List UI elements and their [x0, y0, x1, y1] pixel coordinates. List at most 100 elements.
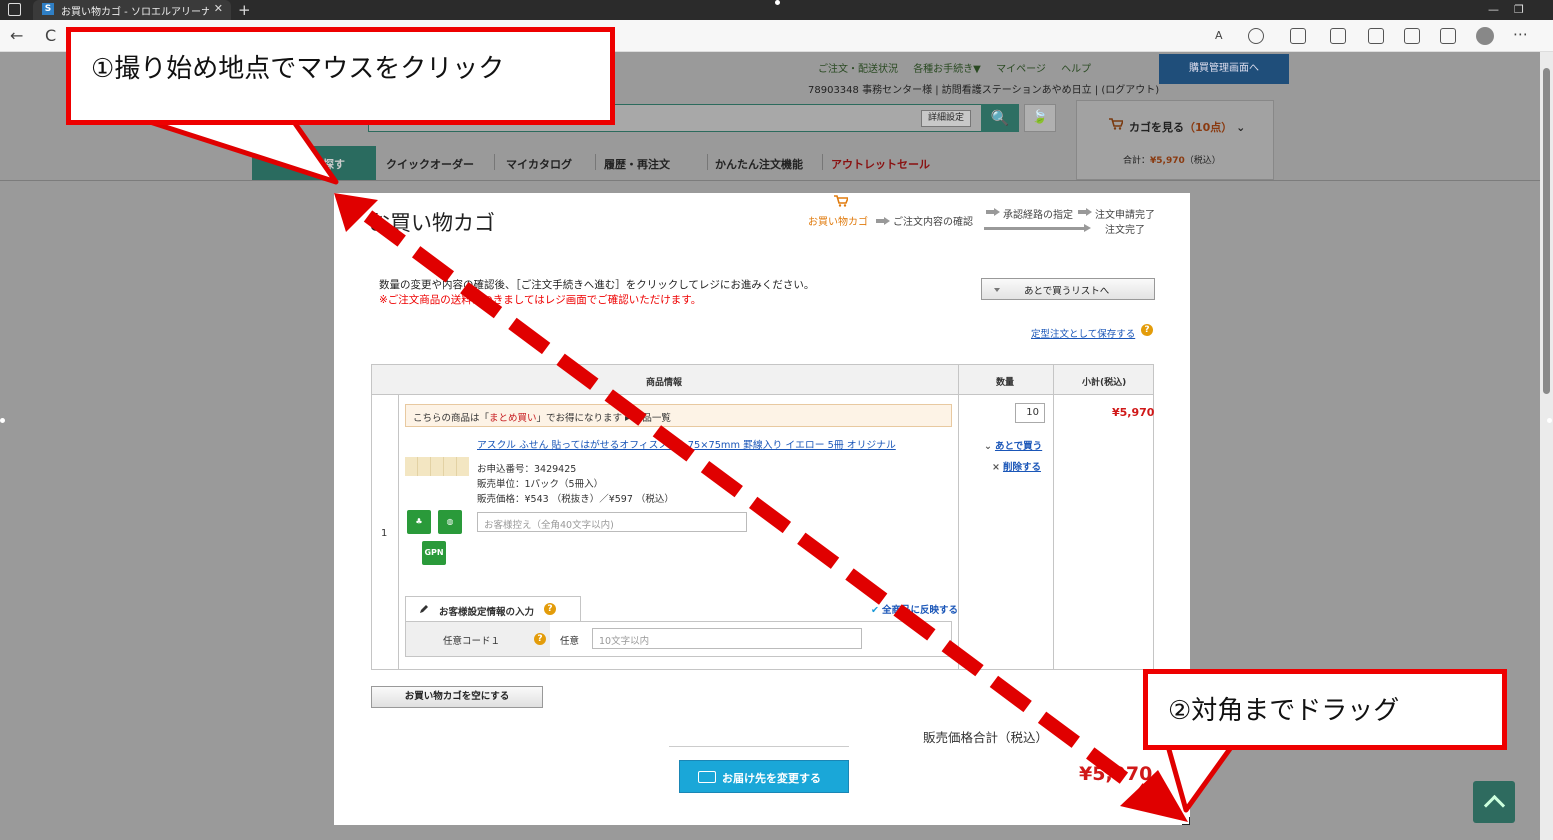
sales-unit: 販売単位：1パック（5冊入） — [477, 479, 604, 490]
profile-avatar[interactable] — [1476, 27, 1494, 45]
step1-callout: ①撮り始め地点でマウスをクリック — [66, 27, 615, 125]
delete-label: 削除する — [1002, 462, 1041, 473]
memo-placeholder: お客様控え（全角40文字以内) — [484, 520, 614, 531]
step-done: 注文完了 — [1105, 225, 1145, 236]
restore-button[interactable]: ❐ — [1514, 3, 1524, 16]
mypage-link[interactable]: マイページ — [996, 64, 1046, 75]
order-status-link[interactable]: ご注文・配送状況 — [818, 64, 898, 75]
total-divider — [669, 746, 849, 747]
custom-code-row: 任意コード１ ? 任意 10文字以内 — [405, 621, 952, 657]
table-header: 商品情報 数量 小計(税込) — [372, 365, 1153, 395]
collections-icon[interactable] — [1404, 28, 1420, 44]
selection-handle[interactable] — [775, 0, 780, 5]
customer-settings-label: お客様設定情報の入力 — [439, 607, 535, 618]
table-divider — [1053, 365, 1054, 669]
main-menu: ら探す クイックオーダー マイカタログ 履歴・再注文 かんたん注文機能 アウトレ… — [252, 146, 1022, 180]
advanced-search-button[interactable]: 詳細設定 — [921, 110, 971, 127]
table-divider — [958, 365, 959, 669]
checkout-steps: お買い物カゴ ご注文内容の確認 承認経路の指定 注文申請完了 注文完了 — [806, 193, 1190, 243]
favorite-star-icon[interactable] — [1248, 28, 1264, 44]
step-arrow-icon — [876, 217, 890, 225]
menu-history-reorder[interactable]: 履歴・再注文 — [604, 156, 670, 172]
customer-settings-tab[interactable]: お客様設定情報の入力 ? — [405, 596, 581, 622]
menu-divider — [595, 154, 596, 170]
bulk-buy-notice[interactable]: こちらの商品は「まとめ買い」でお得になります ▸ 商品一覧 — [405, 404, 952, 427]
reload-icon[interactable]: C — [45, 26, 56, 45]
window-menu-icon[interactable] — [8, 3, 21, 16]
step-confirm: ご注文内容の確認 — [893, 217, 973, 228]
menu-easy-order[interactable]: かんたん注文機能 — [715, 156, 803, 172]
change-delivery-label: お届け先を変更する — [722, 772, 821, 785]
help-link[interactable]: ヘルプ — [1061, 64, 1091, 75]
menu-outlet-sale[interactable]: アウトレットセール — [831, 156, 930, 172]
menu-divider — [707, 154, 708, 170]
cart-total-tax: （税込） — [1184, 156, 1221, 166]
capture-selection-region: お買い物カゴ お買い物カゴ ご注文内容の確認 承認経路の指定 注文申請完了 注文… — [334, 193, 1190, 825]
later-list-label: あとで買うリストへ — [1024, 286, 1110, 297]
quantity-input[interactable]: 10 — [1015, 403, 1045, 423]
change-delivery-button[interactable]: お届け先を変更する — [679, 760, 849, 793]
delete-link[interactable]: × 削除する — [992, 459, 1041, 473]
minimize-button[interactable]: — — [1488, 3, 1499, 16]
total-amount: ¥5,970 — [1079, 763, 1153, 785]
check-icon: ✔ — [871, 605, 879, 616]
tab-close-icon[interactable]: ✕ — [214, 2, 223, 15]
browser-essentials-icon[interactable] — [1440, 28, 1456, 44]
menu-divider — [822, 154, 823, 170]
row-subtotal: ¥5,970 — [1112, 406, 1155, 419]
extensions-icon[interactable] — [1290, 28, 1306, 44]
favorites-list-icon[interactable] — [1368, 28, 1384, 44]
user-info: 78903348 事務センター様 | 訪問看護ステーションあやめ日立 | (ログ… — [808, 85, 1160, 96]
page-scrollbar[interactable] — [1540, 52, 1553, 840]
product-thumbnail[interactable] — [405, 457, 469, 476]
help-question-icon[interactable]: ? — [534, 633, 546, 645]
menu-my-catalog[interactable]: マイカタログ — [506, 156, 572, 172]
custom-code-input[interactable]: 10文字以内 — [592, 628, 862, 649]
selection-handle[interactable] — [1547, 418, 1552, 423]
menu-divider — [494, 154, 495, 170]
shipping-warning: ※ご注文商品の送料につきましてはレジ画面でご確認いただけます。 — [379, 294, 702, 306]
scroll-to-top-button[interactable] — [1473, 781, 1515, 823]
cart-count: （10点） — [1184, 121, 1233, 134]
purchase-management-button[interactable]: 購買管理画面へ — [1159, 54, 1289, 84]
header-cart-box[interactable]: カゴを見る（10点） ⌄ 合計：¥5,970（税込） — [1076, 100, 1274, 180]
menu-find-label: ら探す — [312, 158, 345, 171]
table-divider — [398, 395, 399, 669]
site-favicon-icon: S — [42, 3, 54, 15]
close-icon: × — [992, 462, 1000, 473]
later-list-button[interactable]: あとで買うリストへ — [981, 278, 1155, 300]
chevron-down-icon: ⌄ — [984, 441, 992, 452]
apply-all-products-link[interactable]: ✔ 全商品に反映する — [871, 602, 958, 616]
browser-tab[interactable]: S お買い物カゴ - ソロエルアリーナ Powe ✕ — [33, 0, 231, 20]
step2-text: ②対角までドラッグ — [1168, 696, 1400, 726]
split-screen-icon[interactable] — [1330, 28, 1346, 44]
selection-handle[interactable] — [0, 418, 5, 423]
help-question-icon[interactable]: ? — [1141, 324, 1153, 336]
eco-sprout-icon: ♣ — [407, 510, 431, 534]
cart-step-icon — [834, 195, 848, 207]
eco-globe-icon: ◍ — [438, 510, 462, 534]
search-icon[interactable]: 🔍 — [981, 104, 1019, 132]
read-aloud-icon[interactable]: A — [1215, 29, 1223, 42]
customer-memo-input[interactable]: お客様控え（全角40文字以内) — [477, 512, 747, 532]
gpn-badge-icon: GPN — [422, 541, 446, 565]
empty-cart-button[interactable]: お買い物カゴを空にする — [371, 686, 543, 708]
new-tab-button[interactable]: + — [238, 1, 251, 19]
buy-later-link[interactable]: ⌄ あとで買う — [984, 438, 1042, 452]
save-regular-order-link[interactable]: 定型注文として保存する — [1031, 326, 1135, 340]
menu-quick-order[interactable]: クイックオーダー — [386, 156, 474, 172]
menu-find-button[interactable]: ら探す — [252, 146, 376, 180]
scrollbar-thumb[interactable] — [1543, 68, 1550, 394]
optional-label: 任意 — [560, 636, 580, 647]
page-title: お買い物カゴ — [369, 211, 495, 235]
step-arrow-line — [984, 224, 1091, 232]
product-name-link[interactable]: アスクル ふせん 貼ってはがせるオフィスノート75×75mm 罫線入り イエロー… — [477, 437, 896, 451]
eco-leaf-icon[interactable]: 🍃 — [1024, 104, 1056, 132]
delivery-truck-icon — [698, 771, 716, 783]
help-question-icon[interactable]: ? — [544, 603, 556, 615]
header-subtotal: 小計(税込) — [1082, 378, 1127, 388]
crosshair-cursor-icon — [1182, 817, 1190, 825]
more-menu-icon[interactable]: ⋯ — [1513, 25, 1528, 43]
back-arrow-icon[interactable]: ← — [10, 26, 23, 45]
procedures-link[interactable]: 各種お手続き▼ — [913, 64, 981, 75]
